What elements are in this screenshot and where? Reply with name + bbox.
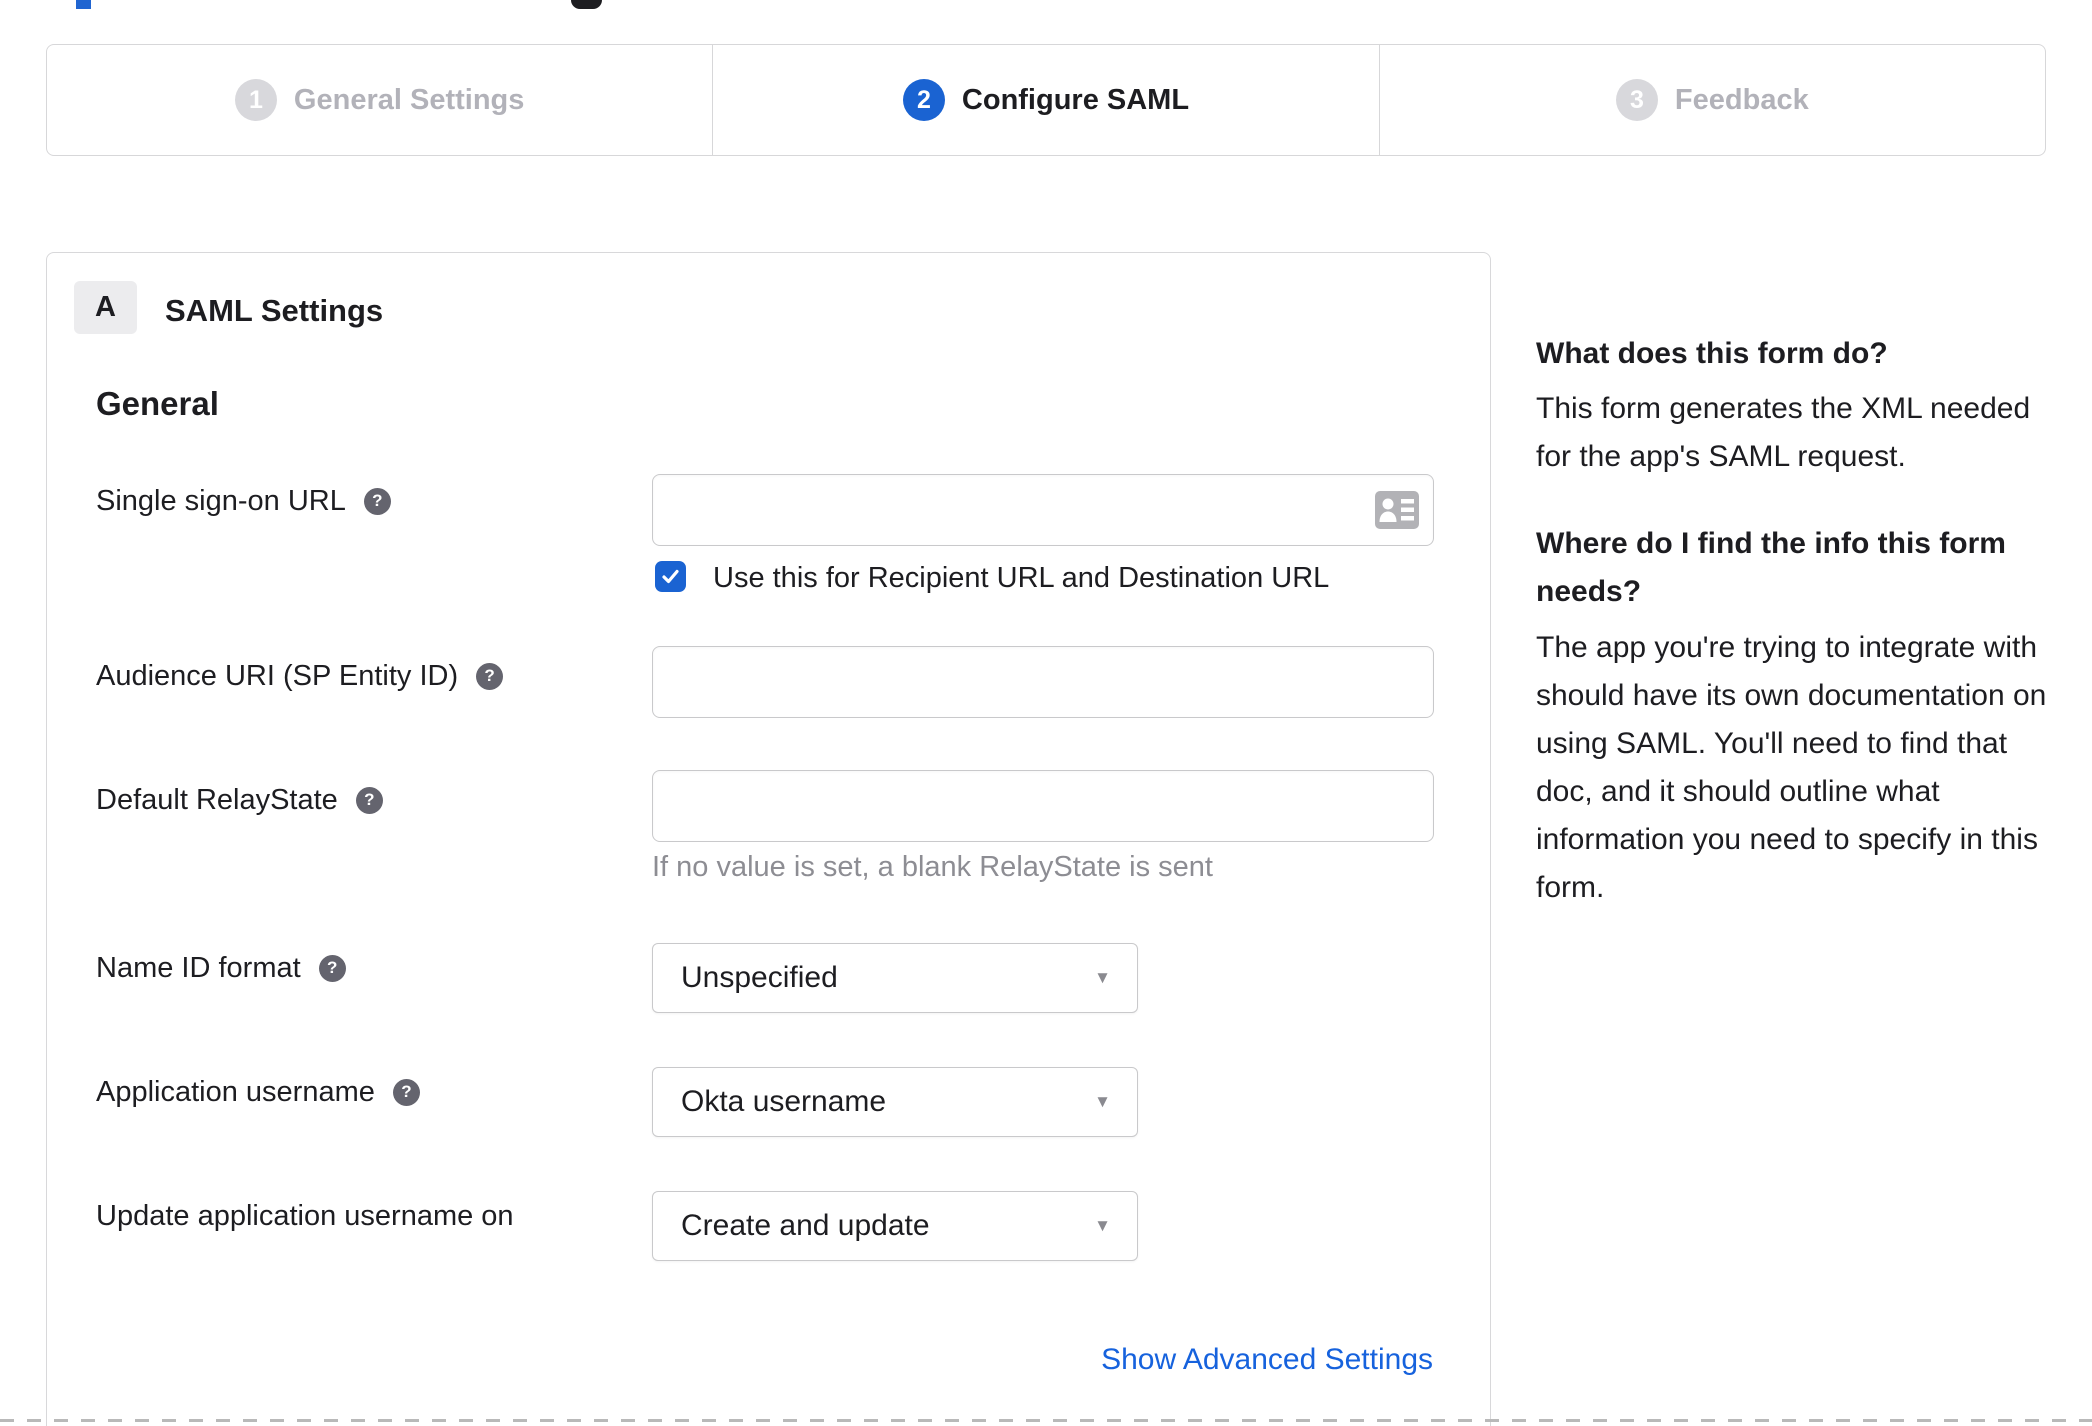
name-id-format-value: Unspecified — [681, 961, 838, 994]
step-feedback[interactable]: 3 Feedback — [1378, 45, 2045, 155]
clipped-logo-fragment — [76, 0, 91, 9]
step-configure-saml[interactable]: 2 Configure SAML — [712, 45, 1378, 155]
help-icon[interactable]: ? — [355, 786, 383, 814]
use-for-recipient-url-checkbox-label[interactable]: Use this for Recipient URL and Destinati… — [713, 562, 1329, 595]
audience-uri-input[interactable] — [653, 647, 1433, 717]
update-application-username-select[interactable]: Create and update ▼ — [652, 1191, 1138, 1261]
clipped-header-icon — [571, 0, 602, 9]
dropdown-arrow-icon: ▼ — [1094, 1216, 1111, 1235]
step-2-number-badge: 2 — [902, 79, 945, 121]
update-application-username-value: Create and update — [681, 1209, 930, 1242]
default-relaystate-label-text: Default RelayState — [96, 784, 338, 816]
default-relaystate-field — [652, 770, 1434, 842]
dropdown-arrow-icon: ▼ — [1094, 968, 1111, 987]
help-icon[interactable]: ? — [476, 662, 504, 690]
default-relaystate-input[interactable] — [653, 771, 1433, 841]
checkmark-icon — [662, 569, 679, 584]
audience-uri-field — [652, 646, 1434, 718]
name-id-format-select[interactable]: Unspecified ▼ — [652, 943, 1138, 1013]
application-username-value: Okta username — [681, 1085, 887, 1118]
sidebar-heading-what: What does this form do? — [1536, 337, 1888, 370]
default-relaystate-label: Default RelayState ? — [96, 783, 383, 817]
single-sign-on-url-label-text: Single sign-on URL — [96, 485, 346, 517]
screenshot-cut-line — [0, 1419, 2092, 1422]
help-icon[interactable]: ? — [392, 1078, 420, 1106]
general-section-heading: General — [96, 385, 219, 422]
wizard-stepper: 1 General Settings 2 Configure SAML 3 Fe… — [46, 44, 2046, 156]
update-application-username-label-text: Update application username on — [96, 1200, 514, 1232]
application-username-select[interactable]: Okta username ▼ — [652, 1067, 1138, 1137]
single-sign-on-url-field — [652, 474, 1434, 546]
contact-card-icon[interactable] — [1375, 491, 1419, 529]
name-id-format-label-text: Name ID format — [96, 952, 301, 984]
application-username-label: Application username ? — [96, 1075, 420, 1109]
show-advanced-settings-link[interactable]: Show Advanced Settings — [1101, 1343, 1433, 1377]
step-3-number-badge: 3 — [1615, 79, 1658, 121]
audience-uri-label-text: Audience URI (SP Entity ID) — [96, 660, 459, 692]
name-id-format-label: Name ID format ? — [96, 951, 346, 985]
sidebar-paragraph-where: The app you're trying to integrate with … — [1536, 631, 2047, 904]
step-1-number-badge: 1 — [234, 79, 277, 121]
sidebar-heading-where: Where do I find the info this form needs… — [1536, 527, 2006, 608]
step-2-label: Configure SAML — [961, 83, 1190, 116]
single-sign-on-url-input[interactable] — [653, 475, 1375, 545]
sidebar-paragraph-what: This form generates the XML needed for t… — [1536, 392, 2031, 473]
update-application-username-label: Update application username on — [96, 1199, 514, 1233]
panel-title: SAML Settings — [165, 293, 384, 328]
help-icon[interactable]: ? — [363, 487, 391, 515]
dropdown-arrow-icon: ▼ — [1094, 1092, 1111, 1111]
relaystate-hint-text: If no value is set, a blank RelayState i… — [652, 851, 1213, 883]
section-a-badge: A — [74, 281, 137, 334]
step-1-label: General Settings — [293, 83, 525, 116]
step-general-settings[interactable]: 1 General Settings — [47, 45, 712, 155]
use-for-recipient-url-checkbox[interactable] — [655, 561, 686, 592]
application-username-label-text: Application username — [96, 1076, 375, 1108]
audience-uri-label: Audience URI (SP Entity ID) ? — [96, 659, 504, 693]
configure-saml-page: 1 General Settings 2 Configure SAML 3 Fe… — [0, 0, 2092, 1426]
step-3-label: Feedback — [1674, 83, 1809, 116]
saml-settings-panel: A SAML Settings General Single sign-on U… — [46, 252, 1491, 1426]
help-icon[interactable]: ? — [318, 954, 346, 982]
single-sign-on-url-label: Single sign-on URL ? — [96, 484, 391, 518]
